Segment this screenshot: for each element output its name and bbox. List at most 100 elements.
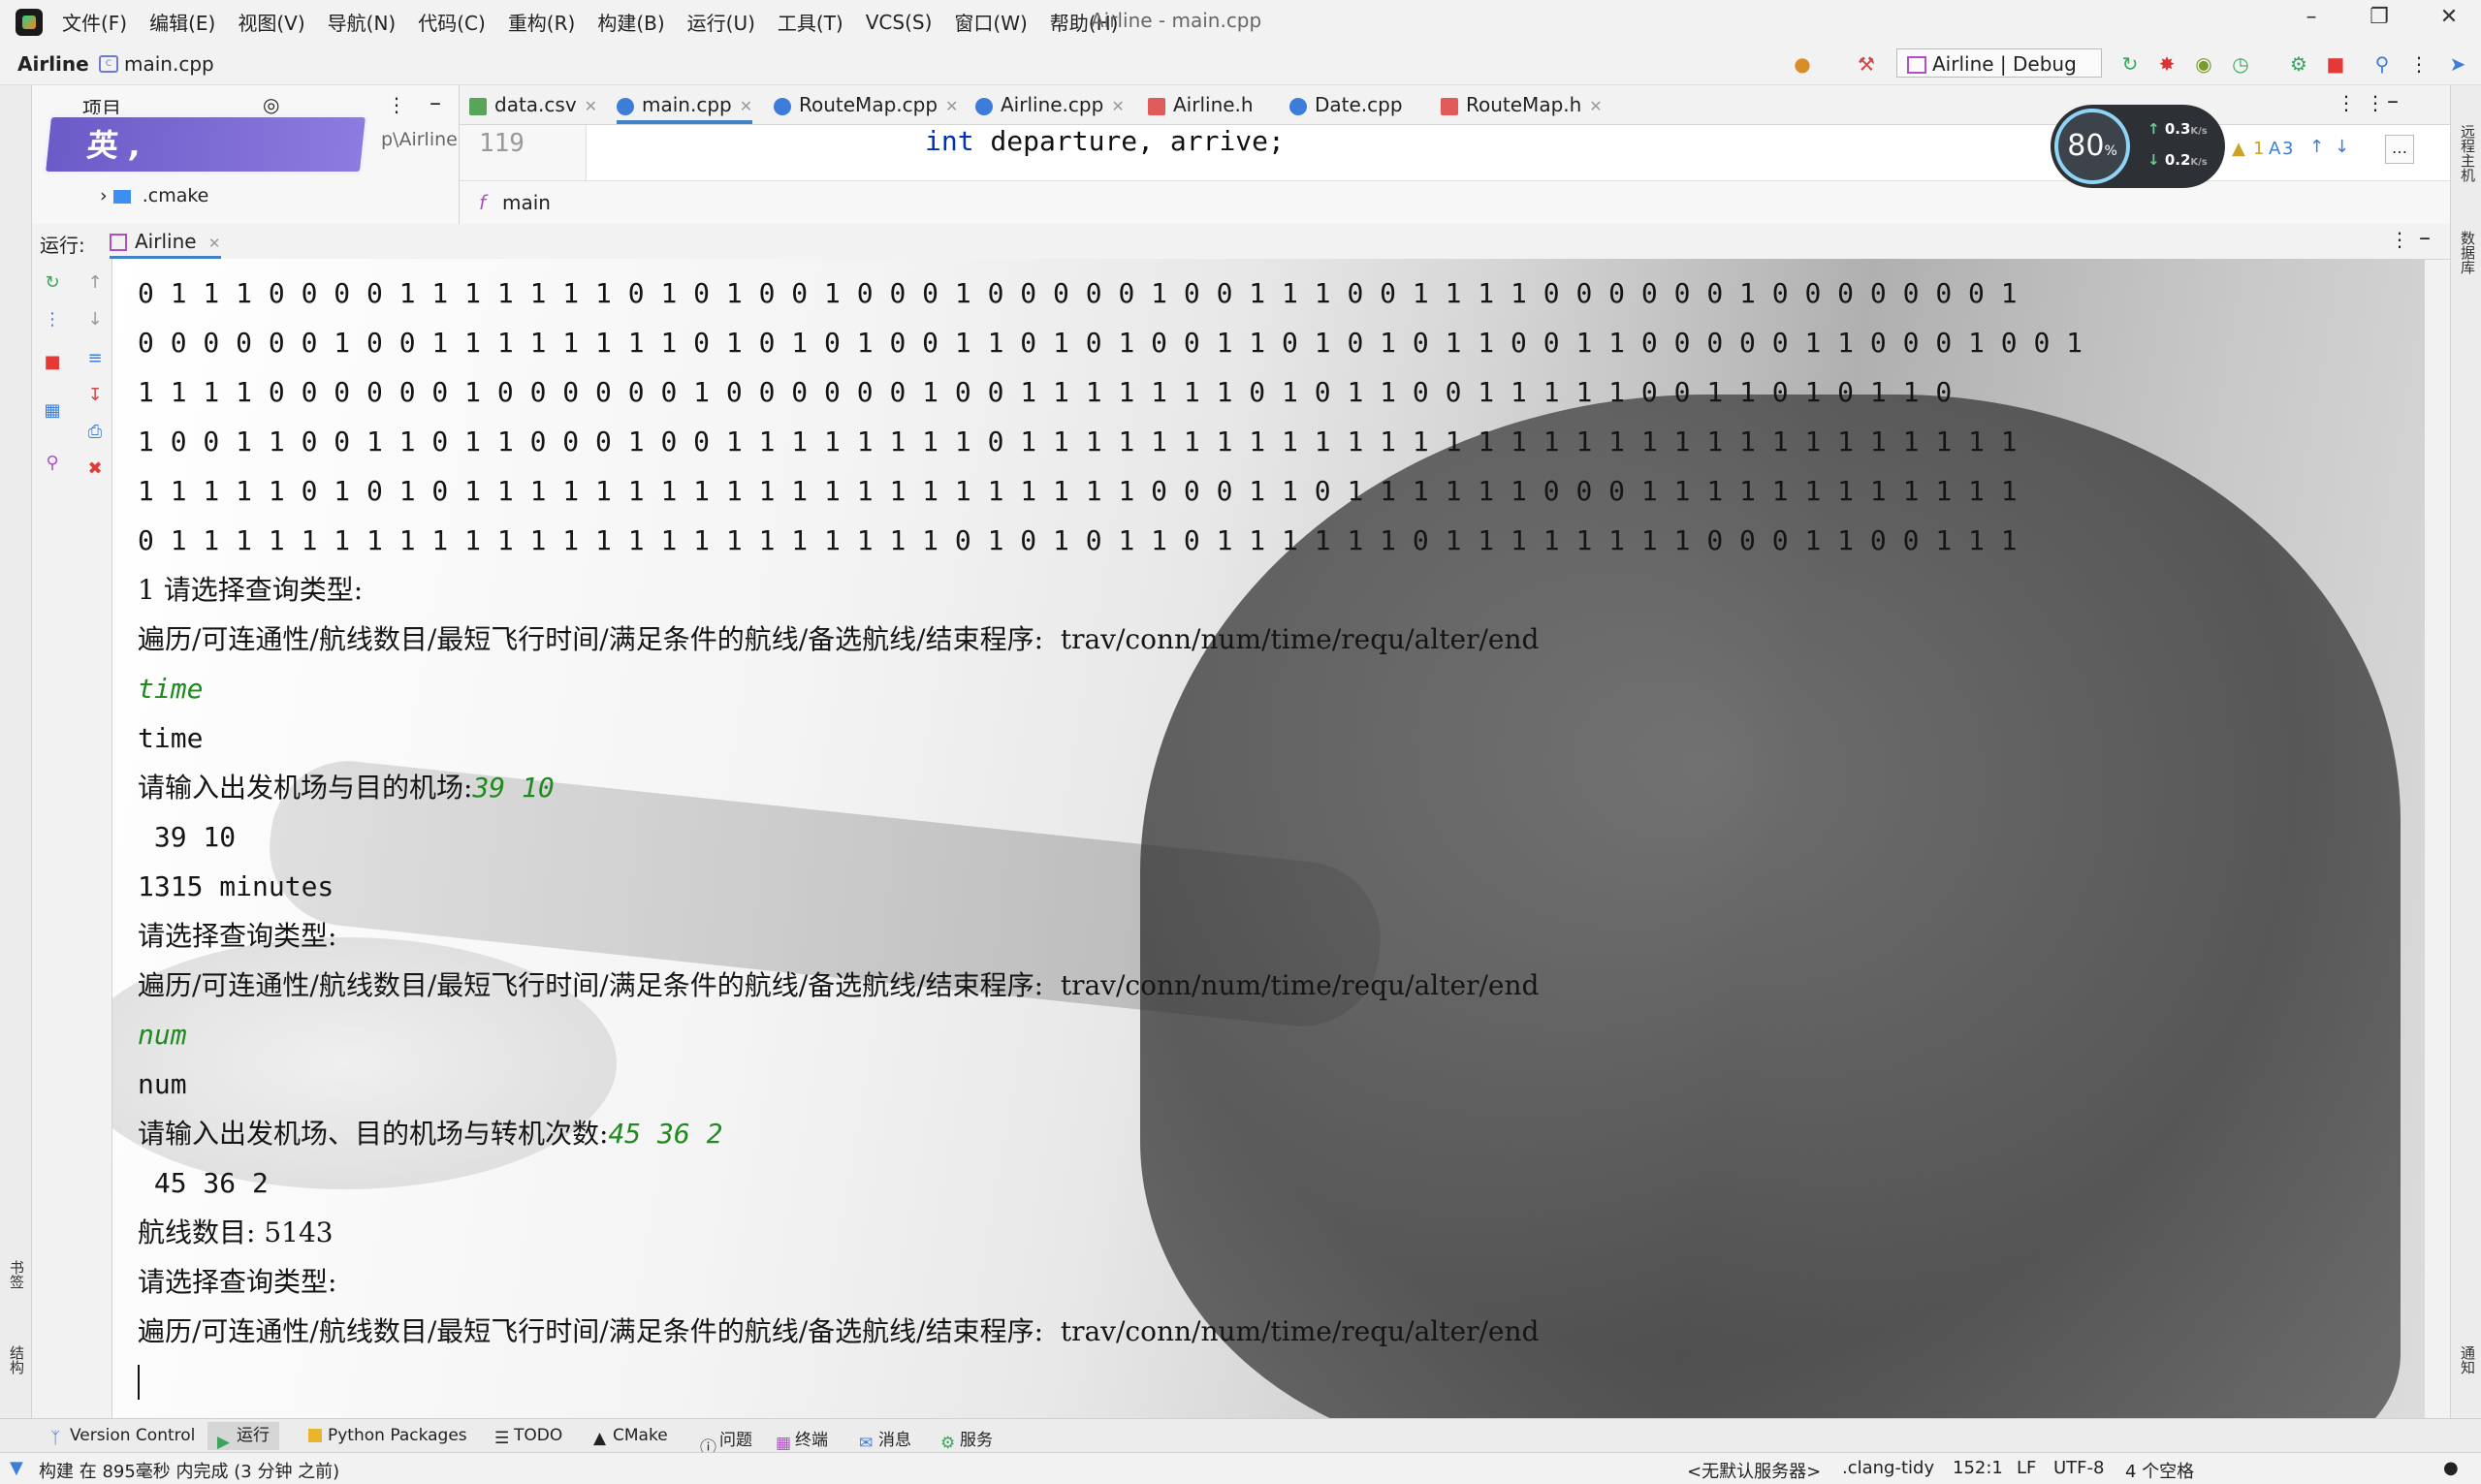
console-input-line[interactable] [138,1356,2083,1405]
scroll-to-end-icon[interactable]: ↧ [84,385,106,406]
tool-version-control[interactable]: ᛉ Version Control [50,1426,195,1448]
tab-routemap-cpp[interactable]: RouteMap.cpp ✕ [774,93,958,124]
menu-run[interactable]: 运行(U) [687,8,755,36]
menu-window[interactable]: 窗口(W) [954,8,1027,36]
hide-panel-icon[interactable]: – [429,89,441,116]
plugin-icon[interactable]: ➤ [2445,51,2470,77]
prev-highlight-icon[interactable]: ↑ [2309,137,2324,157]
tool-todo[interactable]: ☰ TODO [494,1426,563,1448]
warning-icon[interactable]: ▲ [2232,139,2245,159]
hammer-icon[interactable]: ⚒ [1854,51,1879,77]
profile-icon[interactable]: ◷ [2228,51,2253,77]
linter-status[interactable]: .clang-tidy [1842,1458,1934,1478]
tool-services[interactable]: ⚙ 服务 [940,1426,993,1453]
menu-refactor[interactable]: 重构(R) [508,8,576,36]
layout-icon[interactable]: ▦ [42,400,63,422]
tool-messages[interactable]: ✉ 消息 [859,1426,911,1453]
breadcrumb-file[interactable]: main.cpp [124,52,214,76]
indent-setting[interactable]: 4 个空格 [2125,1458,2194,1483]
tab-airline-h[interactable]: Airline.h [1148,93,1254,124]
tool-terminal[interactable]: ▦ 终端 [776,1426,828,1453]
editor-more-button[interactable]: … [2385,135,2414,164]
tab-date-cpp[interactable]: Date.cpp [1289,93,1403,124]
close-tab-icon[interactable]: ✕ [740,97,752,115]
target-icon[interactable]: ◎ [263,93,279,116]
chevron-right-icon[interactable]: › [100,185,108,206]
close-window-icon[interactable]: ✕ [2430,5,2468,29]
tab-data-csv[interactable]: data.csv ✕ [469,93,597,124]
run-configuration-select[interactable]: Airline | Debug [1896,48,2102,78]
console-matrix-row: 0 1 1 1 0 0 0 0 1 1 1 1 1 1 1 0 1 0 1 0 … [138,277,2018,309]
close-tab-icon[interactable]: ✕ [945,97,958,115]
rerun-icon[interactable]: ↻ [42,272,63,294]
print-icon[interactable]: ⎙ [84,422,106,443]
remote-host-tool[interactable]: 远程主机 [2458,124,2478,182]
users-icon[interactable]: ● [1790,51,1815,77]
hide-run-panel-icon[interactable]: – [2419,224,2431,251]
tool-cmake[interactable]: ▲ CMake [593,1426,668,1448]
close-tab-icon[interactable]: ✕ [1589,97,1602,115]
bookmarks-tool[interactable]: 书签 [7,1260,27,1289]
close-tab-icon[interactable]: ✕ [585,97,597,115]
next-highlight-icon[interactable]: ↓ [2335,137,2349,157]
status-message[interactable]: 构建 在 895毫秒 内完成 (3 分钟 之前) [39,1458,339,1483]
scroll-up-icon[interactable]: ↑ [84,272,106,294]
debug-bug-icon[interactable]: ✸ [2154,51,2179,77]
attach-icon[interactable]: ⚙ [2286,51,2311,77]
breadcrumb-project[interactable]: Airline [17,52,89,76]
app-logo-icon[interactable] [16,8,43,36]
tab-main-cpp[interactable]: main.cpp ✕ [617,93,753,124]
restore-icon[interactable]: ❐ [2360,5,2399,29]
rerun-icon[interactable]: ↻ [2117,51,2143,77]
run-tab-airline[interactable]: Airline ✕ [110,230,221,259]
tab-routemap-h[interactable]: RouteMap.h ✕ [1441,93,1603,124]
run-options-icon[interactable]: ⋮ [2390,228,2409,251]
structure-tool[interactable]: 结构 [7,1345,27,1374]
close-tab-icon[interactable]: ✕ [1111,97,1124,115]
menu-navigate[interactable]: 导航(N) [328,8,397,36]
console-text: 请选择查询类型: [138,1266,337,1298]
line-separator[interactable]: LF [2017,1458,2036,1478]
coverage-icon[interactable]: ◉ [2191,51,2216,77]
more-actions-icon[interactable]: ⋮ [42,309,63,331]
menu-tools[interactable]: 工具(T) [778,8,843,36]
stop-icon[interactable]: ■ [2323,51,2348,77]
minimize-icon[interactable]: – [2292,5,2331,29]
typo-icon[interactable]: A [2269,139,2280,159]
console-output[interactable]: 0 1 1 1 1 1 1 1 1 1 1 1 1 1 1 1 1 1 1 1 … [112,259,2425,1418]
deployment-server[interactable]: <无默认服务器> [1687,1458,1821,1483]
tool-python-packages[interactable]: Python Packages [308,1426,467,1445]
pin-icon[interactable]: ⚲ [42,453,63,474]
tool-label: TODO [514,1426,563,1445]
breadcrumb-function[interactable]: main [502,191,551,214]
tab-options-icon[interactable]: ⋮ [2337,91,2356,114]
menu-edit[interactable]: 编辑(E) [149,8,215,36]
performance-widget[interactable]: 80% ↑ 0.3K/s ↓ 0.2K/s [2051,105,2225,188]
tool-run[interactable]: ▶ 运行 [207,1422,279,1452]
tool-problems[interactable]: ⓘ 问题 [700,1426,752,1458]
close-run-tab-icon[interactable]: ✕ [208,235,221,252]
soft-wrap-icon[interactable]: ≡ [84,348,106,369]
menu-view[interactable]: 视图(V) [238,8,304,36]
scroll-down-icon[interactable]: ↓ [84,309,106,331]
options-icon[interactable]: ⋮ [387,93,406,116]
tab-airline-cpp[interactable]: Airline.cpp ✕ [975,93,1125,124]
database-tool[interactable]: 数据库 [2458,231,2478,274]
menu-file[interactable]: 文件(F) [62,8,127,36]
clear-console-icon[interactable]: ✖ [84,458,106,480]
menu-vcs[interactable]: VCS(S) [866,11,933,34]
caret-position[interactable]: 152:1 [1953,1458,2003,1478]
search-icon[interactable]: ⚲ [2370,51,2395,77]
upload-arrow-icon: ↑ [2147,120,2160,138]
stop-process-icon[interactable]: ■ [42,352,63,373]
more-tabs-icon[interactable]: ⋮ [2366,91,2385,114]
notifications-tool[interactable]: 通知 [2458,1345,2478,1374]
notifications-icon[interactable]: ● [2443,1458,2459,1478]
hide-editor-icon[interactable]: – [2387,87,2399,114]
more-icon[interactable]: ⋮ [2406,51,2432,77]
file-encoding[interactable]: UTF-8 [2053,1458,2104,1478]
code-line[interactable]: int departure, arrive; [925,125,1285,157]
tree-item-cmake[interactable]: › .cmake [100,185,208,206]
menu-code[interactable]: 代码(C) [418,8,486,36]
menu-build[interactable]: 构建(B) [597,8,664,36]
